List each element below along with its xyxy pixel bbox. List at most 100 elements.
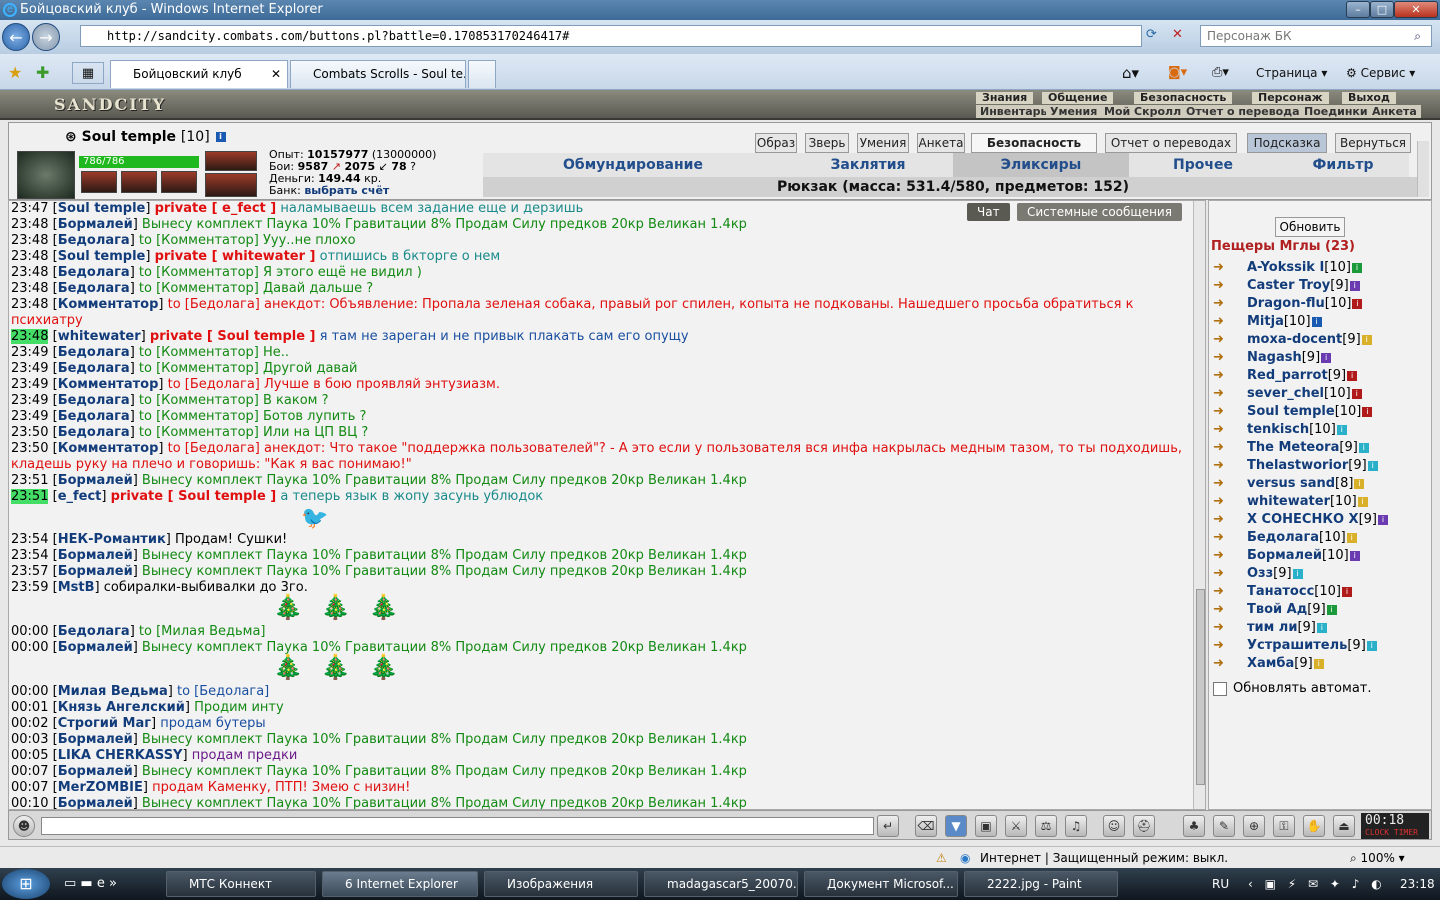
private-message-icon[interactable]: ➜ [1213, 619, 1233, 637]
chat-author[interactable]: Бедолага [58, 345, 130, 360]
private-message-icon[interactable]: ➜ [1213, 295, 1233, 313]
equip-slot-3[interactable] [161, 171, 197, 193]
chat-author[interactable]: Бормалей [58, 640, 133, 655]
user-name[interactable]: Бедолага [1247, 530, 1319, 545]
private-message-icon[interactable]: ➜ [1213, 403, 1233, 421]
user-info-icon[interactable]: i [1346, 532, 1357, 543]
chat-author[interactable]: Князь Ангелский [58, 700, 185, 715]
chat-author[interactable]: Soul temple [58, 201, 146, 216]
user-list-item[interactable]: ➜ Хамба[9] i [1213, 655, 1324, 673]
search-input[interactable]: Персонаж БК ⌕ [1200, 25, 1432, 47]
user-info-icon[interactable]: i [1321, 352, 1332, 363]
user-info-icon[interactable]: i [1351, 262, 1362, 273]
user-list-item[interactable]: ➜ Устрашитель[9] i [1213, 637, 1377, 655]
refresh-button[interactable]: Обновить [1275, 217, 1345, 237]
task-word[interactable]: Документ Microsof... [804, 871, 958, 897]
favorites-star-icon[interactable]: ★ [8, 62, 22, 84]
info-icon[interactable]: i [215, 132, 226, 142]
minimize-button[interactable]: – [1346, 1, 1370, 18]
user-info-icon[interactable]: i [1361, 334, 1372, 345]
private-message-icon[interactable]: ➜ [1213, 439, 1233, 457]
fight-icon[interactable]: ⚔ [1005, 815, 1027, 837]
user-list-item[interactable]: ➜ Soul temple[10] i [1213, 403, 1373, 421]
home-icon[interactable]: ⌂▾ [1122, 62, 1139, 84]
forward-button[interactable]: → [32, 23, 60, 51]
user-name[interactable]: versus sand [1247, 476, 1335, 491]
user-info-icon[interactable]: i [1341, 586, 1352, 597]
close-button[interactable]: ✕ [1394, 1, 1438, 18]
user-list-item[interactable]: ➜ versus sand[8] i [1213, 475, 1365, 493]
user-list-item[interactable]: ➜ Твой Ад[9] i [1213, 601, 1337, 619]
private-message-icon[interactable]: ➜ [1213, 583, 1233, 601]
menu-skills[interactable]: Умения [1046, 105, 1102, 118]
user-info-icon[interactable]: i [1354, 478, 1365, 489]
user-info-icon[interactable]: i [1336, 424, 1347, 435]
private-message-icon[interactable]: ➜ [1213, 493, 1233, 511]
user-info-icon[interactable]: i [1357, 496, 1368, 507]
chat-author[interactable]: MerZOMBIE [58, 780, 143, 795]
user-info-icon[interactable]: i [1313, 658, 1324, 669]
private-message-icon[interactable]: ➜ [1213, 259, 1233, 277]
user-info-icon[interactable]: i [1326, 604, 1337, 615]
address-field[interactable]: http://sandcity.combats.com/buttons.pl?b… [80, 25, 1142, 47]
private-message-icon[interactable]: ➜ [1213, 457, 1233, 475]
menu-fights[interactable]: Поединки [1300, 105, 1372, 118]
chat-author[interactable]: Комментатор [58, 297, 159, 312]
return-button[interactable]: Вернуться [1335, 133, 1411, 153]
user-list-item[interactable]: ➜ The Meteora[9] i [1213, 439, 1369, 457]
private-message-icon[interactable]: ➜ [1213, 313, 1233, 331]
tab-equipment[interactable]: Обмундирование [483, 153, 783, 177]
skills-button[interactable]: Умения [857, 133, 909, 153]
private-message-icon[interactable]: ➜ [1213, 511, 1233, 529]
hint-button[interactable]: Подсказка [1247, 133, 1327, 153]
user-name[interactable]: тим ли [1247, 620, 1297, 635]
tab-close-icon[interactable]: ✕ [271, 61, 281, 87]
chat-author[interactable]: MstB [58, 580, 95, 595]
user-info-icon[interactable]: i [1367, 460, 1378, 471]
user-name[interactable]: Устрашитель [1247, 638, 1347, 653]
tab-system-messages[interactable]: Системные сообщения [1017, 203, 1182, 221]
user-info-icon[interactable]: i [1349, 550, 1360, 561]
task-ie[interactable]: 6 Internet Explorer [322, 871, 478, 897]
new-tab-button[interactable] [468, 60, 496, 88]
private-message-icon[interactable]: ➜ [1213, 655, 1233, 673]
tray-icons[interactable]: ‹ ▣ ⚡ ✉ ✦ ♪ ◐ [1248, 868, 1386, 900]
save-icon[interactable]: ▣ [975, 815, 997, 837]
user-list-item[interactable]: ➜ Mitja[10] i [1213, 313, 1322, 331]
private-message-icon[interactable]: ➜ [1213, 601, 1233, 619]
chat-private-tag[interactable]: private [ Soul temple ] [150, 329, 316, 344]
task-images[interactable]: Изображения [484, 871, 638, 897]
user-name[interactable]: X СОНЕСНКО X [1247, 512, 1359, 527]
chat-scroll-thumb[interactable] [1196, 589, 1205, 785]
user-list-item[interactable]: ➜ Red_parrot[9] i [1213, 367, 1358, 385]
private-message-icon[interactable]: ➜ [1213, 331, 1233, 349]
chat-author[interactable]: НЕК-Романтик [58, 532, 166, 547]
user-name[interactable]: Хамба [1247, 656, 1294, 671]
user-list-item[interactable]: ➜ Озз[9] i [1213, 565, 1303, 583]
menu-exit[interactable]: Выход [1342, 92, 1396, 104]
chat-author[interactable]: Бормалей [58, 217, 133, 232]
private-message-icon[interactable]: ➜ [1213, 367, 1233, 385]
menu-character[interactable]: Персонаж [1252, 92, 1329, 104]
feeds-icon[interactable]: ◙▾ [1168, 62, 1187, 84]
private-message-icon[interactable]: ➜ [1213, 637, 1233, 655]
search-icon[interactable]: ⌕ [1414, 26, 1421, 46]
zoom-level[interactable]: ⌕ 100% ▾ [1350, 847, 1405, 869]
maximize-button[interactable]: □ [1370, 1, 1394, 18]
start-button[interactable]: ⊞ [2, 869, 50, 899]
profile-button[interactable]: Анкета [917, 133, 965, 153]
chat-author[interactable]: e_fect [58, 489, 102, 504]
bottle-icon[interactable]: ♣ [1183, 815, 1205, 837]
char-scrollbar[interactable] [1417, 141, 1429, 197]
chat-mode-icon[interactable]: ☻ [13, 815, 35, 837]
chat-author[interactable]: Комментатор [58, 377, 159, 392]
lock-icon[interactable]: ⚿ [1273, 815, 1295, 837]
user-list-item[interactable]: ➜ whitewater[10] i [1213, 493, 1368, 511]
security-zone[interactable]: Интернет | Защищенный режим: выкл. [980, 847, 1228, 869]
chat-input[interactable] [41, 817, 874, 835]
chat-author[interactable]: Бедолага [58, 409, 130, 424]
chat-author[interactable]: Комментатор [58, 441, 159, 456]
tray-clock[interactable]: 23:18 [1400, 868, 1435, 900]
user-name[interactable]: Mitja [1247, 314, 1284, 329]
user-info-icon[interactable]: i [1349, 280, 1360, 291]
